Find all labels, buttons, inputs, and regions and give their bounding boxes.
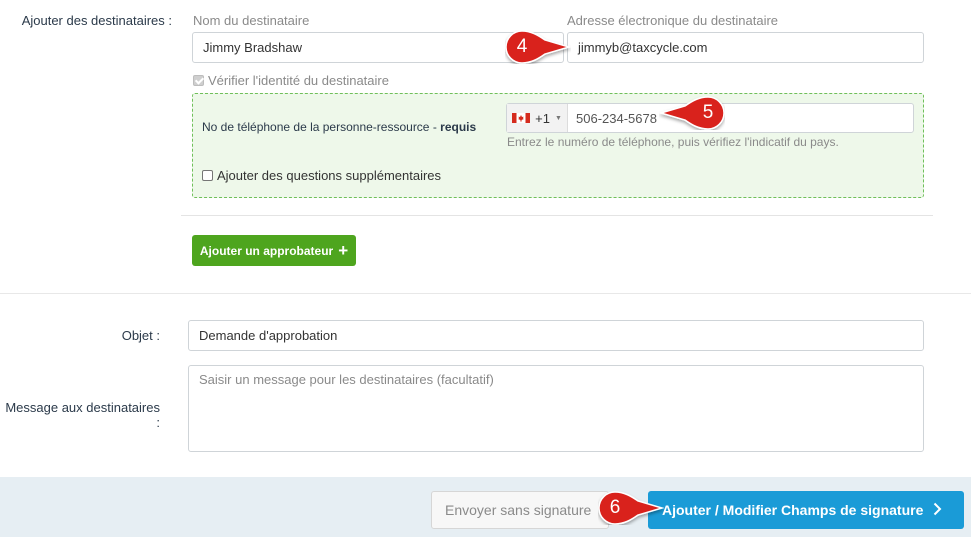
phone-help-text: Entrez le numéro de téléphone, puis véri… xyxy=(507,135,839,149)
plus-icon: + xyxy=(338,241,349,260)
extra-questions-label: Ajouter des questions supplémentaires xyxy=(217,168,442,183)
verify-identity-row[interactable]: Vérifier l'identité du destinataire xyxy=(193,73,389,88)
subject-label: Objet : xyxy=(121,328,160,343)
subject-field[interactable]: Demande d'approbation xyxy=(188,320,924,351)
message-label: Message aux destinataires : xyxy=(5,400,160,430)
callout-4: 4 xyxy=(505,30,571,64)
message-placeholder: Saisir un message pour les destinataires… xyxy=(199,372,494,387)
recipient-name-caption: Nom du destinataire xyxy=(193,13,310,28)
add-signature-fields-button[interactable]: Ajouter / Modifier Champs de signature xyxy=(648,491,964,529)
chevron-right-icon xyxy=(933,502,942,519)
callout-4-number: 4 xyxy=(516,36,528,57)
phone-required-label: requis xyxy=(440,120,477,134)
recipient-email-field[interactable]: jimmyb@taxcycle.com xyxy=(567,32,924,63)
callout-6-number: 6 xyxy=(609,497,621,518)
subject-value: Demande d'approbation xyxy=(199,328,338,343)
extra-questions-row[interactable]: Ajouter des questions supplémentaires xyxy=(202,168,441,183)
country-code-value: +1 xyxy=(535,110,550,126)
callout-6: 6 xyxy=(598,491,664,525)
phone-label-text: No de téléphone de la personne-ressource xyxy=(202,120,430,134)
country-code-selector[interactable]: +1 ▼ xyxy=(507,104,568,132)
send-without-signature-button[interactable]: Envoyer sans signature xyxy=(431,491,609,529)
section-divider xyxy=(0,293,971,294)
extra-questions-checkbox[interactable] xyxy=(202,170,213,181)
add-approver-label: Ajouter un approbateur xyxy=(199,243,334,258)
recipient-name-value: Jimmy Bradshaw xyxy=(203,40,302,55)
send-without-signature-label: Envoyer sans signature xyxy=(445,502,592,518)
phone-label: No de téléphone de la personne-ressource… xyxy=(202,120,476,134)
recipients-section-label: Ajouter des destinataires : xyxy=(21,13,172,28)
recipient-email-caption: Adresse électronique du destinataire xyxy=(567,13,779,28)
verify-identity-checkbox[interactable] xyxy=(193,75,204,86)
verify-identity-label: Vérifier l'identité du destinataire xyxy=(208,73,389,88)
canada-flag-icon xyxy=(512,111,531,126)
callout-5: 5 xyxy=(659,96,725,130)
caret-down-icon: ▼ xyxy=(554,114,562,122)
recipients-divider xyxy=(181,215,933,216)
callout-5-number: 5 xyxy=(702,102,714,123)
message-textarea[interactable]: Saisir un message pour les destinataires… xyxy=(188,365,924,452)
phone-value: 506-234-5678 xyxy=(576,110,657,126)
phone-required-sep: - xyxy=(429,120,441,134)
recipient-email-value: jimmyb@taxcycle.com xyxy=(578,40,708,55)
add-approver-button[interactable]: Ajouter un approbateur + xyxy=(192,235,356,266)
add-signature-fields-label: Ajouter / Modifier Champs de signature xyxy=(662,502,924,518)
